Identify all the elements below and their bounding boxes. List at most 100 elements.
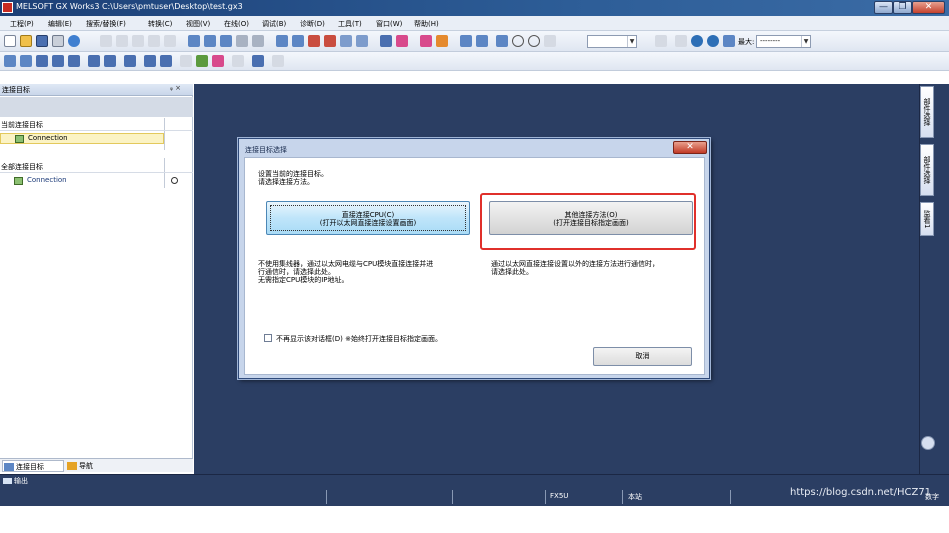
verify-plc-icon[interactable] xyxy=(308,35,320,47)
dialog-close-button[interactable]: ✕ xyxy=(673,141,707,154)
navigation-icon[interactable] xyxy=(4,55,16,67)
ladder-tool-icon[interactable] xyxy=(236,35,248,47)
ladder-tool-icon[interactable] xyxy=(188,35,200,47)
chevron-down-icon[interactable]: ▼ xyxy=(801,36,810,47)
monitor-icon[interactable] xyxy=(340,35,352,47)
network-icon[interactable] xyxy=(460,35,472,47)
dont-show-again-label[interactable]: 不再显示该对话框(D) ※始终打开连接目标指定画面。 xyxy=(276,335,442,343)
chevron-down-icon[interactable]: ▼ xyxy=(627,36,636,47)
cut-icon[interactable] xyxy=(100,35,112,47)
display-icon[interactable] xyxy=(252,55,264,67)
monitor-icon[interactable] xyxy=(324,35,336,47)
status-divider xyxy=(326,490,327,504)
direct-cpu-connection-button[interactable]: 直接连接CPU(C) (打开以太网直接连接设置画面) xyxy=(266,201,470,235)
save-icon[interactable] xyxy=(36,35,48,47)
output-tab[interactable]: 输出 xyxy=(3,476,28,486)
toggle-icon[interactable] xyxy=(675,35,687,47)
focus-ring xyxy=(270,205,466,231)
watch-icon[interactable] xyxy=(124,55,136,67)
scroll-knob[interactable] xyxy=(921,436,935,450)
print-icon[interactable] xyxy=(52,35,64,47)
ladder-tool-icon[interactable] xyxy=(252,35,264,47)
parameter-icon[interactable] xyxy=(232,55,244,67)
redo-icon[interactable] xyxy=(164,35,176,47)
device-icon[interactable] xyxy=(420,35,432,47)
menu-window[interactable]: 窗口(W) xyxy=(376,19,402,29)
menu-project[interactable]: 工程(P) xyxy=(10,19,34,29)
other-description-2: 请选择此处。 xyxy=(491,268,533,276)
copy-icon[interactable] xyxy=(116,35,128,47)
memory-icon[interactable] xyxy=(180,55,192,67)
menu-online[interactable]: 在线(O) xyxy=(224,19,249,29)
menu-debug[interactable]: 调试(B) xyxy=(262,19,286,29)
window-icon[interactable] xyxy=(68,55,80,67)
tab-watch-1[interactable]: 监看1 xyxy=(920,202,934,236)
binoculars-icon[interactable] xyxy=(88,55,100,67)
paste-icon[interactable] xyxy=(132,35,144,47)
menu-tools[interactable]: 工具(T) xyxy=(338,19,362,29)
connection-icon xyxy=(14,177,23,185)
output-icon[interactable] xyxy=(160,55,172,67)
simulator-icon[interactable] xyxy=(380,35,392,47)
search-icon[interactable] xyxy=(272,55,284,67)
all-connection-item[interactable]: Connection xyxy=(0,175,193,186)
menu-bar: 工程(P) 编辑(E) 搜索/替换(F) 转换(C) 视图(V) 在线(O) 调… xyxy=(0,16,949,31)
align-icon[interactable] xyxy=(655,35,667,47)
maximize-button[interactable]: ❐ xyxy=(893,1,912,14)
minimize-button[interactable]: — xyxy=(874,1,893,14)
pane-title: 连接目标 xyxy=(2,86,30,94)
zoom-combo[interactable]: ▼ xyxy=(587,35,637,48)
max-combo[interactable]: -------- ▼ xyxy=(756,35,811,48)
connection-icon[interactable] xyxy=(20,55,32,67)
menu-view[interactable]: 视图(V) xyxy=(186,19,210,29)
write-plc-icon[interactable] xyxy=(276,35,288,47)
current-connection-item[interactable]: Connection xyxy=(0,133,164,144)
tab-connection-destination[interactable]: 连接目标 xyxy=(2,460,64,472)
radio-icon[interactable] xyxy=(171,177,178,184)
status-divider xyxy=(452,490,453,504)
standard-toolbar: ▼ 最大: -------- ▼ xyxy=(0,31,949,52)
max-label: 最大: xyxy=(738,38,755,46)
ladder-tool-icon[interactable] xyxy=(204,35,216,47)
connection-icon xyxy=(15,135,24,143)
tab-navigation[interactable]: 导航 xyxy=(66,460,93,472)
cancel-button[interactable]: 取消 xyxy=(593,347,692,366)
close-window-button[interactable]: ✕ xyxy=(912,1,945,14)
list-icon[interactable] xyxy=(723,35,735,47)
tab-label: 连接目标 xyxy=(16,463,44,471)
check-icon[interactable] xyxy=(691,35,703,47)
open-folder-icon[interactable] xyxy=(20,35,32,47)
menu-diagnostics[interactable]: 诊断(D) xyxy=(300,19,325,29)
check-icon[interactable] xyxy=(707,35,719,47)
undo-icon[interactable] xyxy=(148,35,160,47)
window-icon[interactable] xyxy=(52,55,64,67)
module-icon[interactable] xyxy=(36,55,48,67)
monitor-icon[interactable] xyxy=(356,35,368,47)
device-list-icon[interactable] xyxy=(104,55,116,67)
view-toolbar xyxy=(0,52,949,71)
network-icon[interactable] xyxy=(476,35,488,47)
crosshair-icon[interactable] xyxy=(544,35,556,47)
menu-edit[interactable]: 编辑(E) xyxy=(48,19,72,29)
read-plc-icon[interactable] xyxy=(292,35,304,47)
dialog-body: 设置当前的连接目标。 请选择连接方法。 直接连接CPU(C) (打开以太网直接连… xyxy=(244,157,705,375)
tab-parts-selection-2[interactable]: 部件选择 xyxy=(920,144,934,196)
help-icon[interactable] xyxy=(68,35,80,47)
pin-close-icon[interactable]: ᵩ × xyxy=(170,84,181,92)
zoom-in-icon[interactable] xyxy=(512,35,524,47)
new-file-icon[interactable] xyxy=(4,35,16,47)
tab-parts-selection[interactable]: 部件选择 xyxy=(920,86,934,138)
wizard-icon[interactable] xyxy=(196,55,208,67)
zoom-out-icon[interactable] xyxy=(528,35,540,47)
ladder-tool-icon[interactable] xyxy=(220,35,232,47)
menu-search[interactable]: 搜索/替换(F) xyxy=(86,19,126,29)
menu-convert[interactable]: 转换(C) xyxy=(148,19,172,29)
network-icon[interactable] xyxy=(496,35,508,47)
dont-show-again-checkbox[interactable] xyxy=(264,334,272,342)
device-icon[interactable] xyxy=(396,35,408,47)
device-icon[interactable] xyxy=(436,35,448,47)
other-description-1: 通过以太网直接连接设置以外的连接方法进行通信时， xyxy=(491,260,659,268)
star-icon[interactable] xyxy=(212,55,224,67)
menu-help[interactable]: 帮助(H) xyxy=(414,19,439,29)
watch-icon[interactable] xyxy=(144,55,156,67)
